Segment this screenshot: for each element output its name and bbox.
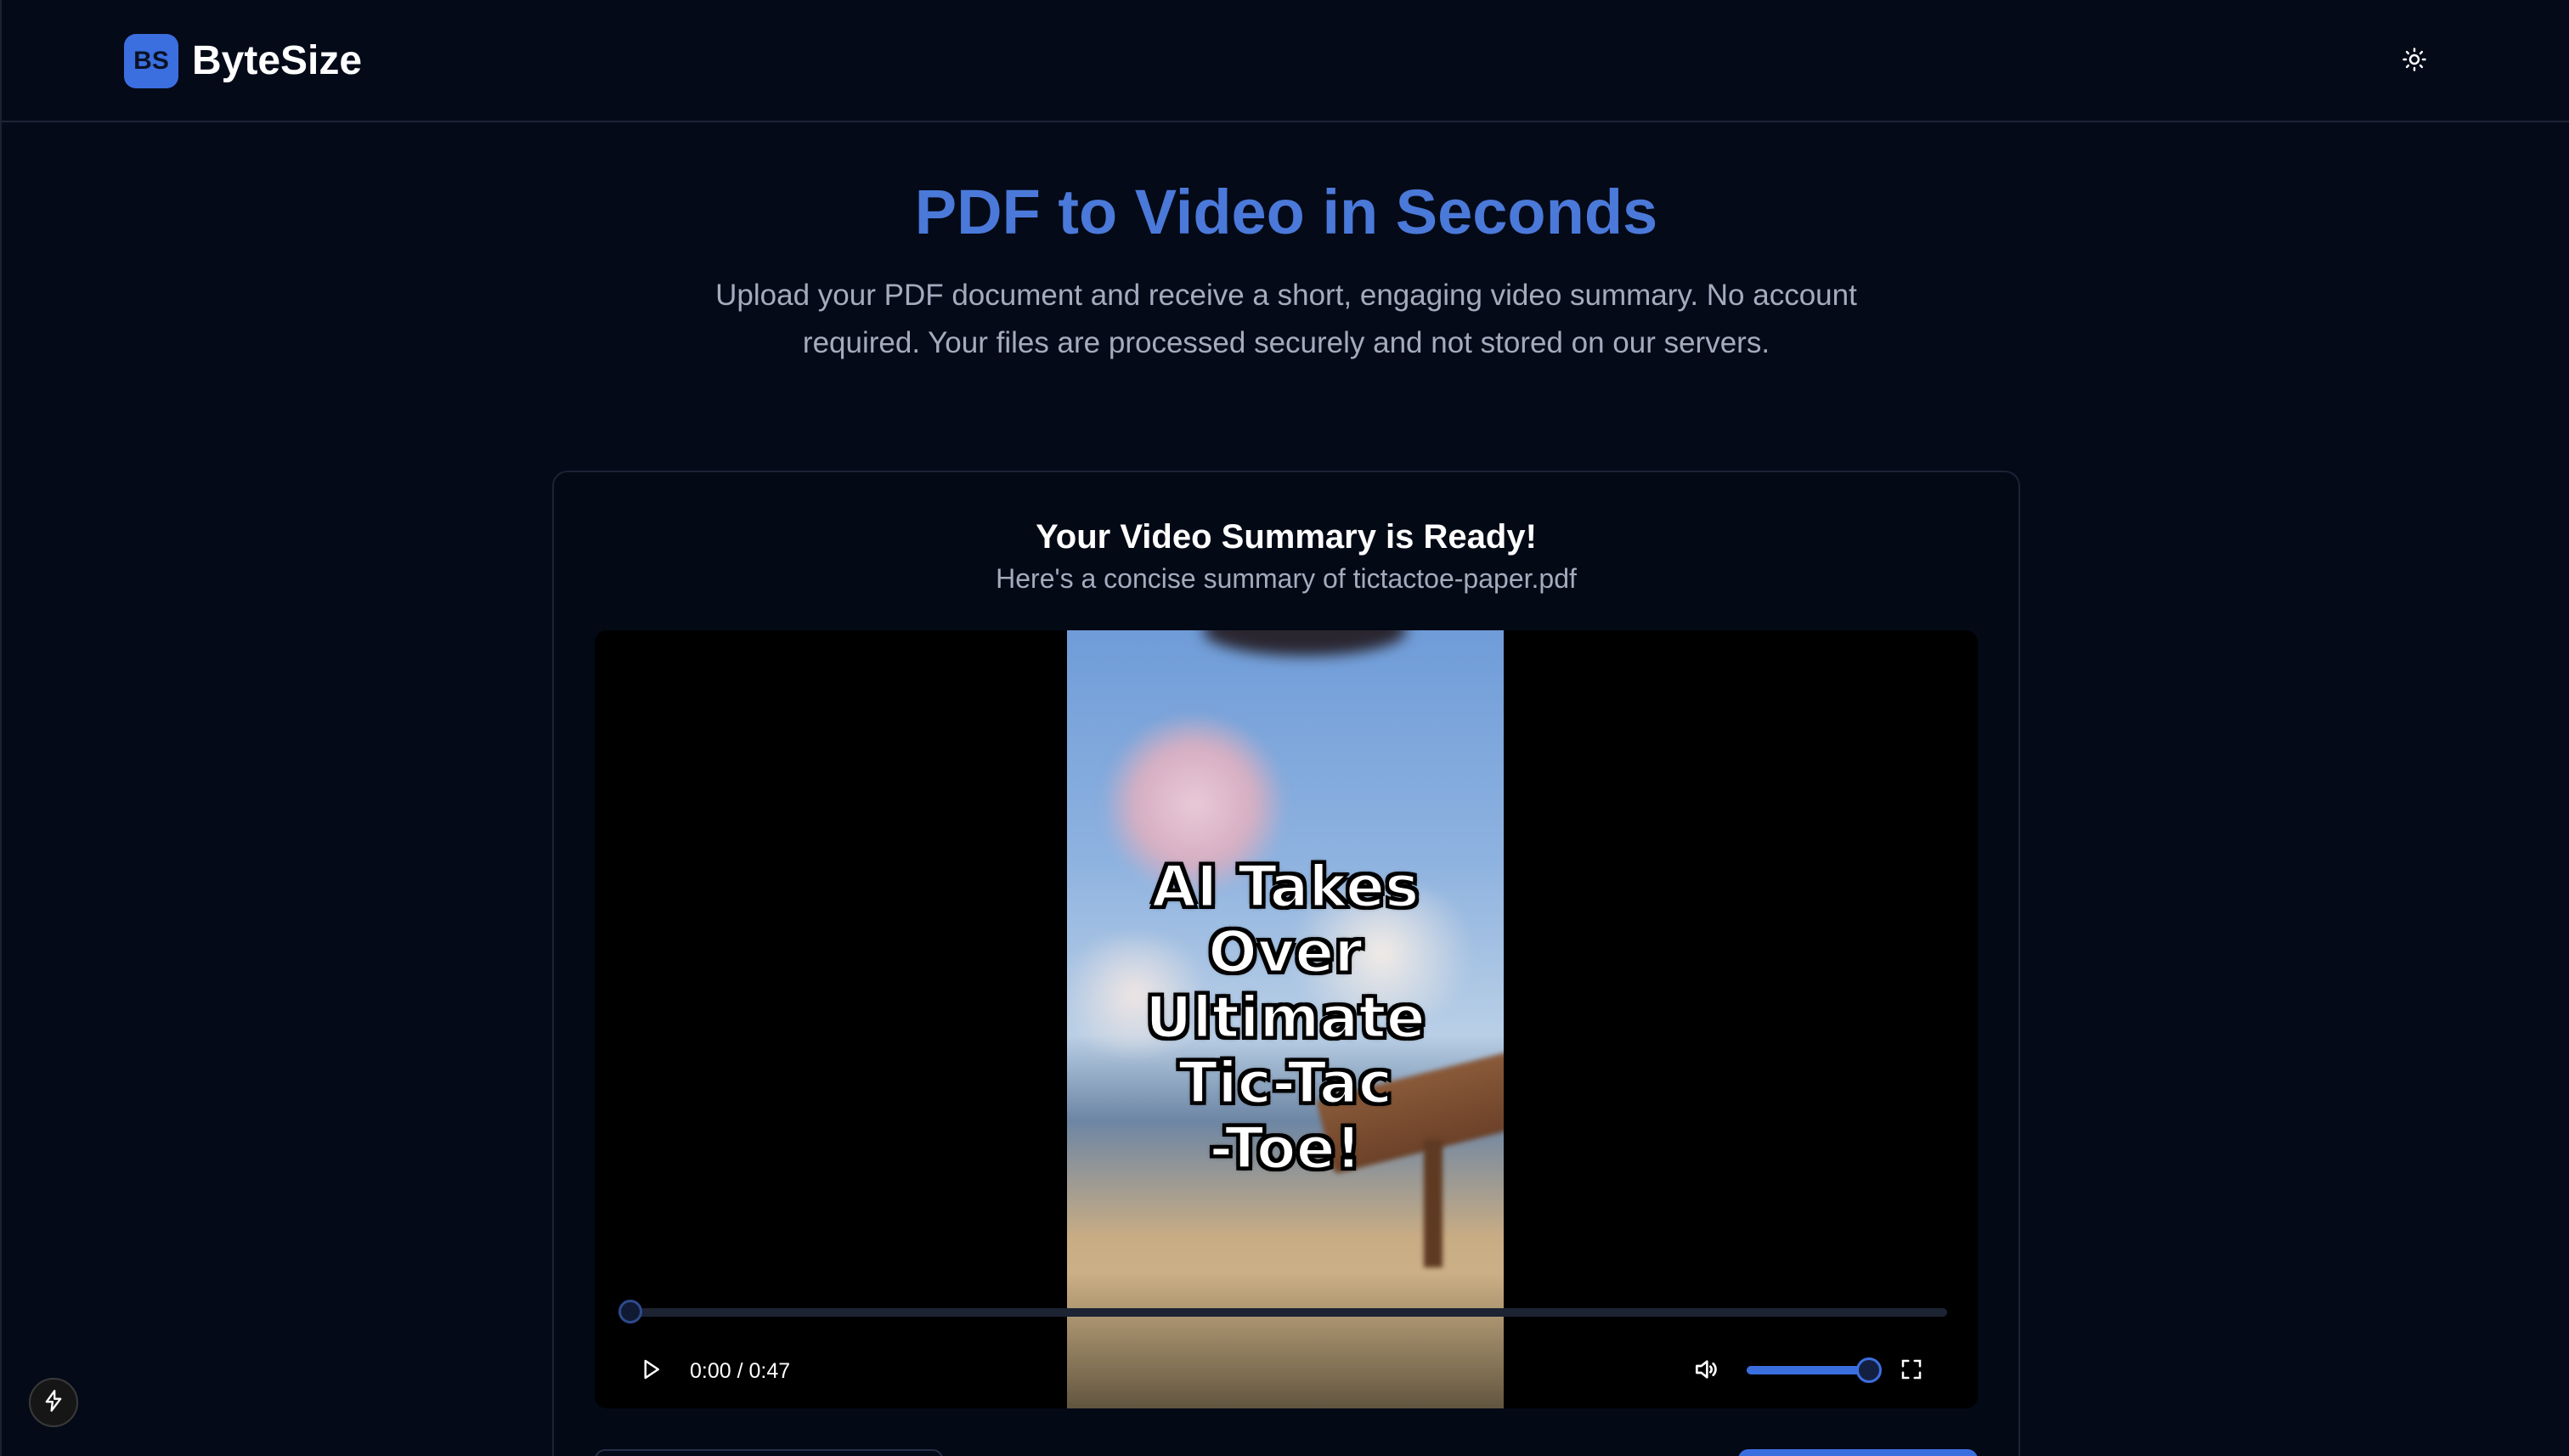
video-result-card: Your Video Summary is Ready! Here's a co…	[552, 471, 2020, 1456]
video-player[interactable]: AI Takes Over Ultimate Tic-Tac -Toe! 0:0…	[595, 630, 1978, 1408]
primary-action-button[interactable]	[1738, 1449, 1978, 1456]
volume-fill	[1747, 1366, 1869, 1374]
logo-badge[interactable]: BS	[124, 34, 178, 88]
progress-bar[interactable]	[618, 1300, 1947, 1323]
mute-button[interactable]	[1689, 1354, 1723, 1388]
result-subtitle: Here's a concise summary of tictactoe-pa…	[996, 563, 1577, 594]
secondary-action-button[interactable]	[595, 1449, 943, 1456]
brand-name[interactable]: ByteSize	[192, 31, 362, 92]
result-title: Your Video Summary is Ready!	[1036, 518, 1537, 556]
page-subtitle: Upload your PDF document and receive a s…	[715, 279, 1857, 359]
controls-overlay	[595, 1273, 1978, 1408]
play-icon	[638, 1357, 663, 1386]
fullscreen-button[interactable]	[1894, 1354, 1928, 1388]
volume-icon	[1692, 1356, 1719, 1387]
lightning-icon	[42, 1389, 65, 1417]
sun-icon	[2402, 47, 2427, 76]
page-title: PDF to Video in Seconds	[914, 177, 1658, 247]
play-button[interactable]	[634, 1354, 668, 1388]
theme-toggle-button[interactable]	[2392, 39, 2436, 83]
video-caption: AI Takes Over Ultimate Tic-Tac -Toe!	[1144, 854, 1427, 1183]
progress-handle[interactable]	[618, 1300, 642, 1323]
dev-tools-button[interactable]	[29, 1378, 78, 1427]
page: BS ByteSize PDF to Video in Seconds Uplo…	[0, 0, 2569, 1456]
volume-handle[interactable]	[1856, 1357, 1882, 1383]
video-scene-shadow	[1203, 630, 1407, 656]
time-display: 0:00 / 0:47	[690, 1359, 791, 1383]
volume-slider[interactable]	[1747, 1357, 1882, 1383]
fullscreen-icon	[1899, 1357, 1924, 1386]
header: BS ByteSize	[2, 0, 2569, 122]
